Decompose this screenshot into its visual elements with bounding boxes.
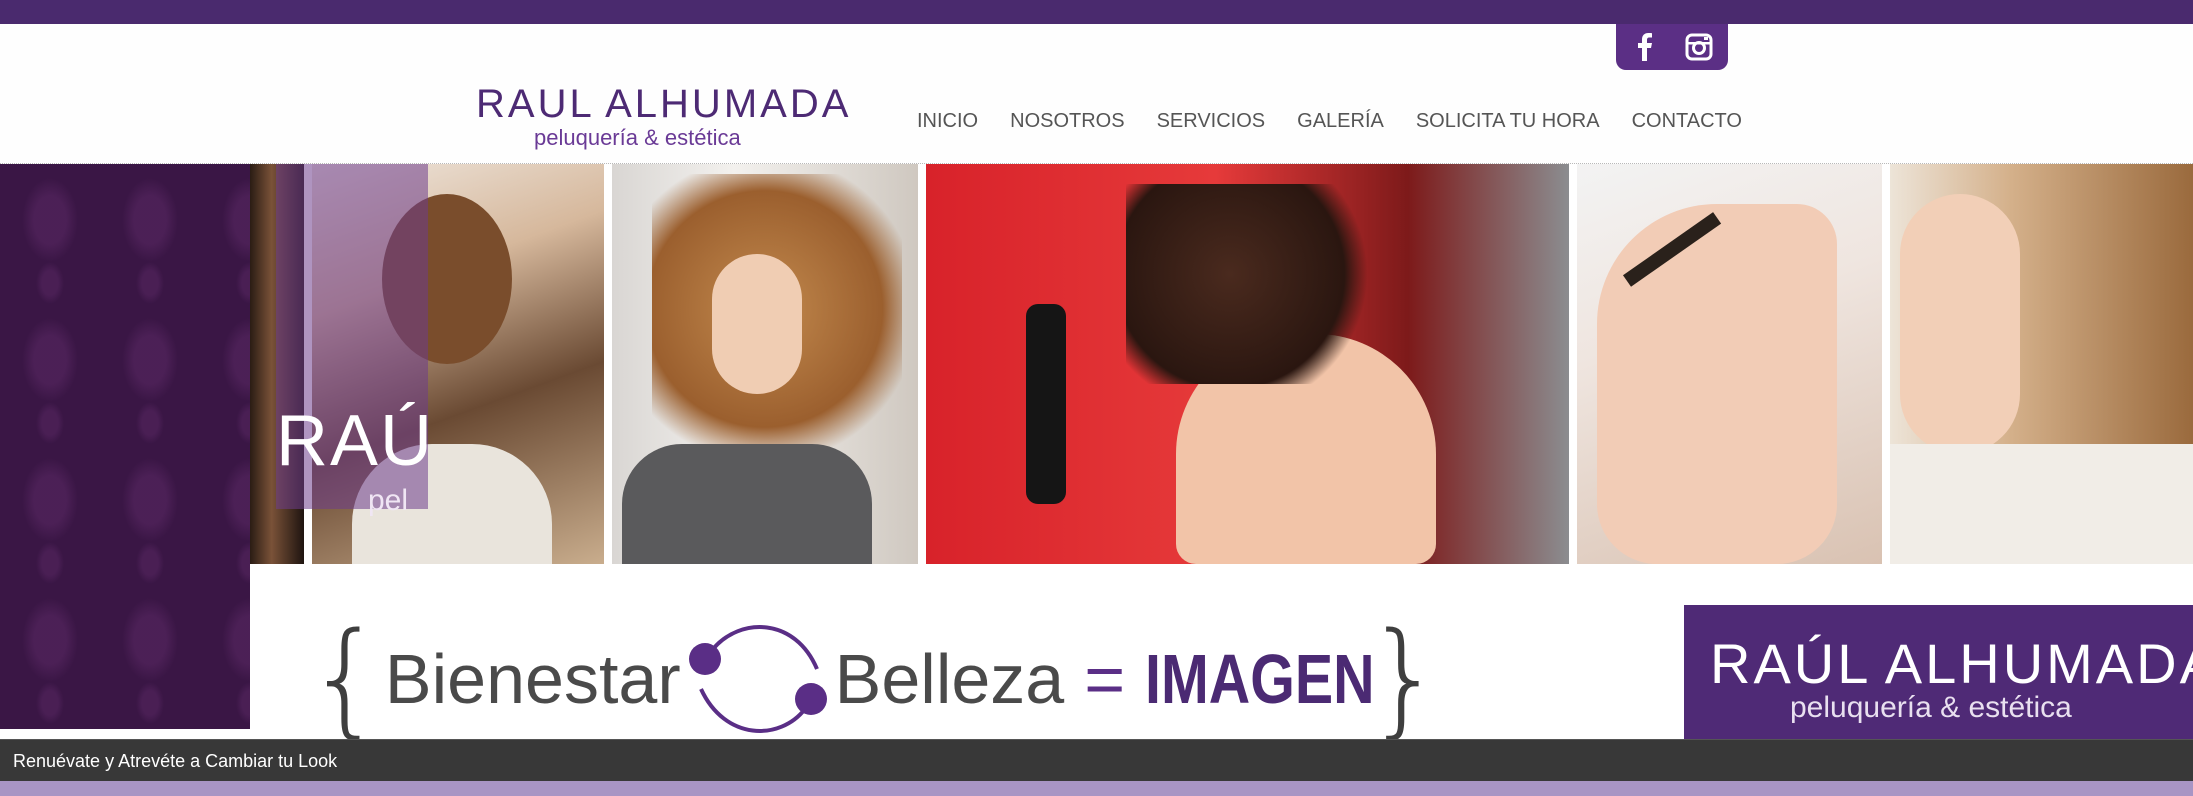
- tagline-text: Renuévate y Atrevéte a Cambiar tu Look: [13, 751, 338, 771]
- main-nav: INICIO NOSOTROS SERVICIOS GALERÍA SOLICI…: [917, 108, 1758, 134]
- overlay-logo-subtext: pel: [368, 484, 409, 517]
- hero-photo-curly-hair: [612, 164, 918, 564]
- site-header: RAUL ALHUMADA peluquería & estética INIC…: [0, 24, 2193, 164]
- cycle-icon: [685, 619, 831, 739]
- slogan-close-brace: }: [1365, 607, 1445, 739]
- nav-item-inicio[interactable]: INICIO: [917, 108, 994, 134]
- nav-item-contacto[interactable]: CONTACTO: [1616, 108, 1758, 134]
- slogan-word-belleza: Belleza: [834, 640, 1065, 718]
- site-logo[interactable]: RAUL ALHUMADA peluquería & estética: [476, 82, 852, 172]
- logo-subtitle: peluquería & estética: [534, 125, 741, 150]
- hero-logo-overlay: RAÚ pel: [276, 164, 432, 517]
- slogan-equals: =: [1084, 640, 1126, 718]
- hero-brand-box: RAÚL ALHUMADA peluquería & estética: [1684, 605, 2193, 739]
- brand-box-name: RAÚL ALHUMADA: [1710, 632, 2193, 695]
- top-bar: [0, 0, 2193, 24]
- tagline-bar: Renuévate y Atrevéte a Cambiar tu Look: [0, 739, 2193, 782]
- hero-slogan: { Bienestar Belleza = IMAGEN }: [306, 607, 1445, 739]
- brand-box-subtitle: peluquería & estética: [1790, 691, 2072, 724]
- slogan-word-bienestar: Bienestar: [384, 640, 681, 718]
- logo-name: RAUL ALHUMADA: [476, 82, 852, 126]
- hero-photo-bridal-bun: [926, 164, 1569, 564]
- damask-pattern: [0, 164, 250, 729]
- wave-border: [0, 781, 2193, 796]
- nav-item-galeria[interactable]: GALERÍA: [1281, 108, 1400, 134]
- hero-banner: RAÚ pel { Bienestar Belleza = IMAGEN } R…: [0, 164, 2193, 739]
- instagram-icon[interactable]: [1685, 33, 1713, 61]
- hero-photo-waves: [1890, 164, 2193, 564]
- overlay-logo-text: RAÚ: [276, 401, 435, 481]
- nav-item-nosotros[interactable]: NOSOTROS: [994, 108, 1140, 134]
- slogan-word-imagen: IMAGEN: [1145, 640, 1375, 718]
- slogan-open-brace: {: [306, 607, 385, 739]
- nav-item-servicios[interactable]: SERVICIOS: [1141, 108, 1282, 134]
- facebook-icon[interactable]: [1631, 33, 1659, 61]
- hero-photo-makeup: [1577, 164, 1882, 564]
- social-links: [1616, 24, 1728, 70]
- nav-item-solicita-tu-hora[interactable]: SOLICITA TU HORA: [1400, 108, 1616, 134]
